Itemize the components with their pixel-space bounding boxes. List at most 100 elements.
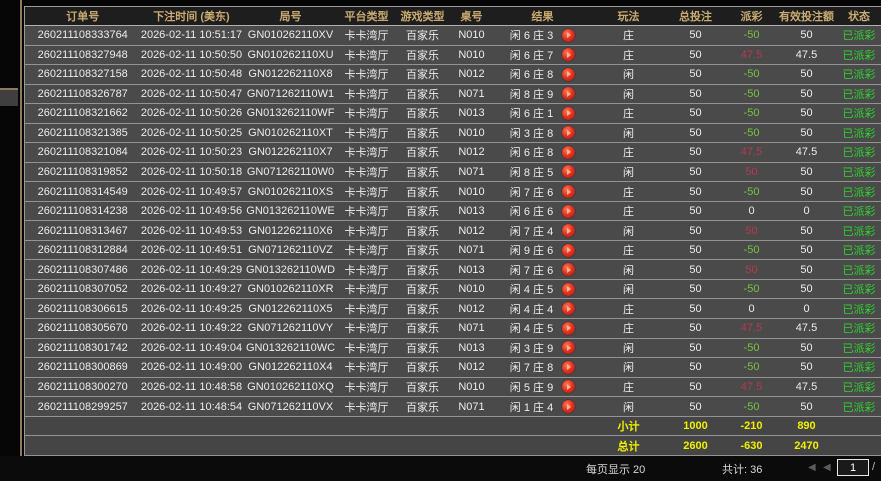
bet-time-cell: 2026-02-11 10:50:26 [141,104,243,124]
play-result-icon[interactable] [562,126,575,139]
summary-rows: 小计 1000 -210 890 总计 2600 -630 [25,416,881,455]
status-cell: 已派彩 [837,397,881,417]
play-result-icon[interactable] [562,205,575,218]
platform-cell: 卡卡湾厅 [339,84,395,104]
play-result-icon[interactable] [562,87,575,100]
round-no-cell: GN012262110X8 [243,65,339,85]
play-result-icon[interactable] [562,165,575,178]
total-bet-cell: 50 [665,338,727,358]
status-cell: 已派彩 [837,26,881,46]
header-platform: 平台类型 [339,7,395,26]
round-no-cell: GN010262110XT [243,123,339,143]
total-bet-cell: 50 [665,377,727,397]
platform-cell: 卡卡湾厅 [339,338,395,358]
total-bet-cell: 50 [665,201,727,221]
play-triangle-icon [567,267,571,273]
status-cell: 已派彩 [837,318,881,338]
round-no-cell: GN071262110VZ [243,240,339,260]
play-result-icon[interactable] [562,68,575,81]
result-text: 闲 4 庄 5 [510,320,553,336]
bet-time-cell: 2026-02-11 10:49:22 [141,318,243,338]
result-text: 闲 9 庄 6 [510,242,553,258]
order-no-cell: 260211108319852 [25,162,141,182]
result-cell: 闲 4 庄 5 [493,279,593,299]
bet-time-cell: 2026-02-11 10:49:27 [141,279,243,299]
play-result-icon[interactable] [562,224,575,237]
play-result-icon[interactable] [562,185,575,198]
play-cell: 闲 [593,279,665,299]
result-text: 闲 1 庄 4 [510,399,553,415]
platform-cell: 卡卡湾厅 [339,221,395,241]
table-row: 260211108313467 2026-02-11 10:49:53 GN01… [25,221,881,241]
platform-cell: 卡卡湾厅 [339,123,395,143]
payout-cell: -50 [727,358,777,378]
play-result-icon[interactable] [562,361,575,374]
page-separator: / [872,461,875,473]
platform-cell: 卡卡湾厅 [339,26,395,46]
table-no-cell: N013 [451,260,493,280]
play-result-icon[interactable] [562,400,575,413]
play-result-icon[interactable] [562,48,575,61]
table-row: 260211108321084 2026-02-11 10:50:23 GN01… [25,143,881,163]
table-row: 260211108301742 2026-02-11 10:49:04 GN01… [25,338,881,358]
platform-cell: 卡卡湾厅 [339,279,395,299]
subtotal-total-bet: 1000 [665,416,727,436]
table-row: 260211108305670 2026-02-11 10:49:22 GN07… [25,318,881,338]
play-result-icon[interactable] [562,107,575,120]
play-triangle-icon [567,32,571,38]
result-cell: 闲 8 庄 9 [493,84,593,104]
play-cell: 庄 [593,240,665,260]
platform-cell: 卡卡湾厅 [339,45,395,65]
table-no-cell: N012 [451,358,493,378]
bet-time-cell: 2026-02-11 10:50:23 [141,143,243,163]
status-cell: 已派彩 [837,182,881,202]
play-triangle-icon [567,169,571,175]
table-no-cell: N010 [451,377,493,397]
play-result-icon[interactable] [562,341,575,354]
play-result-icon[interactable] [562,322,575,335]
status-cell: 已派彩 [837,143,881,163]
header-result: 结果 [493,7,593,26]
table-no-cell: N012 [451,143,493,163]
play-cell: 闲 [593,123,665,143]
play-result-icon[interactable] [562,146,575,159]
result-cell: 闲 7 庄 8 [493,358,593,378]
play-cell: 庄 [593,45,665,65]
play-result-icon[interactable] [562,302,575,315]
round-no-cell: GN012262110X6 [243,221,339,241]
play-result-icon[interactable] [562,244,575,257]
order-no-cell: 260211108300869 [25,358,141,378]
bet-time-cell: 2026-02-11 10:50:50 [141,45,243,65]
payout-cell: -50 [727,279,777,299]
play-cell: 庄 [593,26,665,46]
status-cell: 已派彩 [837,162,881,182]
play-cell: 庄 [593,377,665,397]
round-no-cell: GN010262110XR [243,279,339,299]
first-page-arrow-icon[interactable]: ◀ [808,462,816,473]
table-row: 260211108321662 2026-02-11 10:50:26 GN01… [25,104,881,124]
play-result-icon[interactable] [562,380,575,393]
result-cell: 闲 9 庄 6 [493,240,593,260]
play-result-icon[interactable] [562,263,575,276]
play-result-icon[interactable] [562,29,575,42]
platform-cell: 卡卡湾厅 [339,182,395,202]
play-result-icon[interactable] [562,283,575,296]
payout-cell: -50 [727,65,777,85]
bet-time-cell: 2026-02-11 10:50:48 [141,65,243,85]
platform-cell: 卡卡湾厅 [339,104,395,124]
table-no-cell: N013 [451,104,493,124]
bet-time-cell: 2026-02-11 10:49:29 [141,260,243,280]
payout-cell: 50 [727,260,777,280]
result-text: 闲 6 庄 8 [510,66,553,82]
table-no-cell: N010 [451,279,493,299]
prev-page-arrow-icon[interactable]: ◀ [823,462,831,473]
valid-bet-cell: 0 [777,299,837,319]
table-row: 260211108326787 2026-02-11 10:50:47 GN07… [25,84,881,104]
page-number-input[interactable] [837,459,869,476]
result-text: 闲 8 庄 9 [510,86,553,102]
table-row: 260211108300869 2026-02-11 10:49:00 GN01… [25,358,881,378]
game-type-cell: 百家乐 [395,45,451,65]
table-no-cell: N071 [451,397,493,417]
order-no-cell: 260211108321662 [25,104,141,124]
bet-time-cell: 2026-02-11 10:49:51 [141,240,243,260]
